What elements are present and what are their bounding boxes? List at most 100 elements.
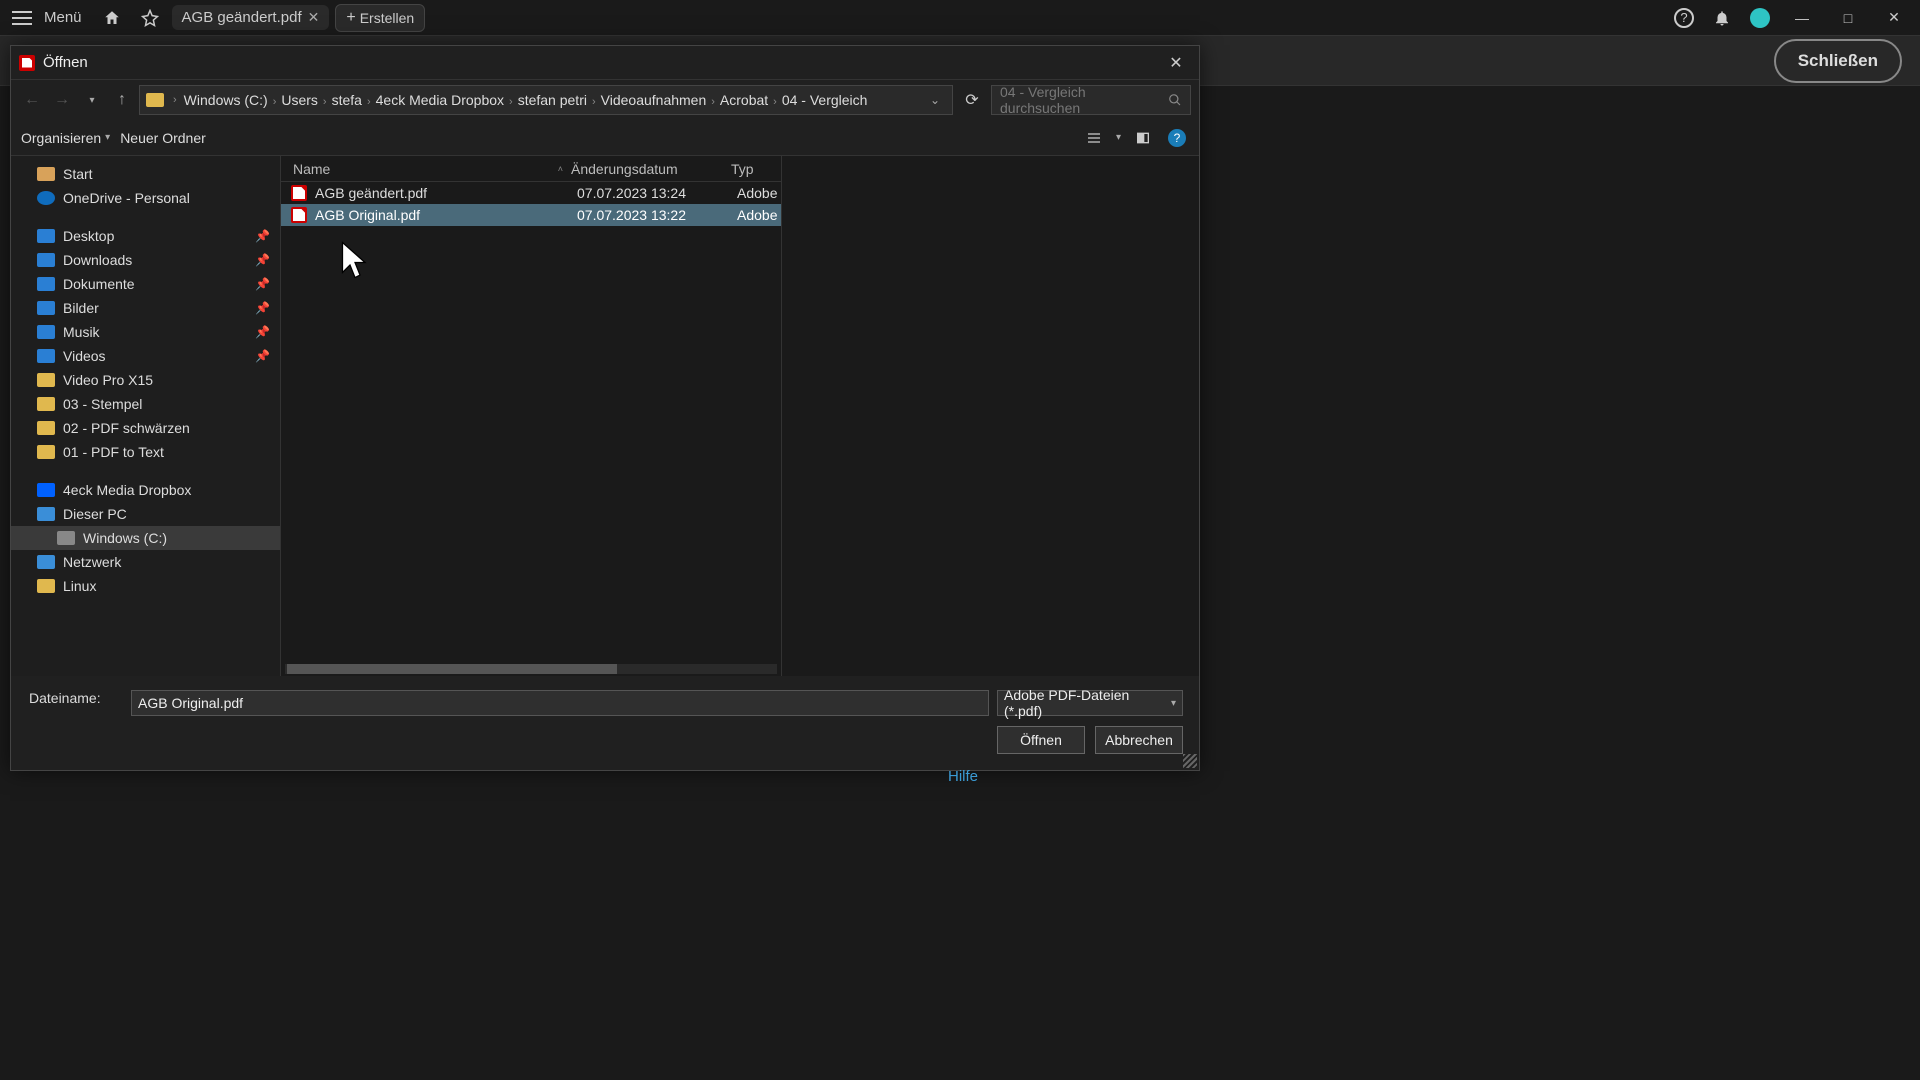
window-maximize[interactable]: □ — [1828, 2, 1868, 34]
window-minimize[interactable]: — — [1782, 2, 1822, 34]
sidebar-item-label: Dieser PC — [63, 506, 127, 522]
search-input[interactable]: 04 - Vergleich durchsuchen — [991, 85, 1191, 115]
dialog-titlebar: Öffnen ✕ — [11, 46, 1199, 80]
home-icon[interactable] — [96, 2, 128, 34]
sidebar-item-label: Dokumente — [63, 276, 135, 292]
tab-title: AGB geändert.pdf — [182, 9, 302, 26]
videos-icon — [37, 349, 55, 363]
breadcrumb-item[interactable]: 4eck Media Dropbox — [374, 92, 506, 108]
preview-pane-icon[interactable] — [1131, 126, 1155, 150]
col-type[interactable]: Typ — [731, 161, 781, 177]
window-close[interactable]: ✕ — [1874, 2, 1914, 34]
sidebar-item[interactable]: Desktop📌 — [11, 224, 280, 248]
dialog-title: Öffnen — [43, 54, 1161, 71]
sidebar-item-label: Bilder — [63, 300, 99, 316]
sidebar-item[interactable]: Dieser PC — [11, 502, 280, 526]
sidebar-item-label: 01 - PDF to Text — [63, 444, 164, 460]
breadcrumb-item[interactable]: Videoaufnahmen — [599, 92, 709, 108]
sidebar-item[interactable]: Netzwerk — [11, 550, 280, 574]
sidebar-item-label: OneDrive - Personal — [63, 190, 190, 206]
pin-icon: 📌 — [255, 301, 270, 315]
col-name[interactable]: Name — [293, 161, 330, 177]
address-bar[interactable]: › Windows (C:)›Users›stefa›4eck Media Dr… — [139, 85, 953, 115]
sidebar-item-label: 02 - PDF schwärzen — [63, 420, 190, 436]
breadcrumb-item[interactable]: Acrobat — [718, 92, 770, 108]
sidebar-item[interactable]: Dokumente 📌 — [11, 272, 280, 296]
close-button[interactable]: Schließen — [1774, 39, 1902, 83]
sidebar-item[interactable]: Windows (C:) — [11, 526, 280, 550]
notifications-icon[interactable] — [1706, 2, 1738, 34]
cancel-button[interactable]: Abbrechen — [1095, 726, 1183, 754]
nav-up-icon[interactable]: ↑ — [109, 87, 135, 113]
refresh-icon[interactable]: ⟳ — [957, 85, 987, 115]
sidebar-item[interactable]: 02 - PDF schwärzen — [11, 416, 280, 440]
file-row[interactable]: AGB geändert.pdf07.07.2023 13:24Adobe — [281, 182, 781, 204]
sidebar-item[interactable]: Downloads📌 — [11, 248, 280, 272]
menu-label[interactable]: Menü — [44, 9, 82, 26]
view-dropdown-icon[interactable]: ▾ — [1116, 132, 1121, 143]
filename-input[interactable] — [131, 690, 989, 716]
address-dropdown-icon[interactable]: ⌄ — [924, 93, 946, 107]
hamburger-menu[interactable] — [6, 2, 38, 34]
sidebar-item[interactable]: Bilder 📌 — [11, 296, 280, 320]
user-avatar[interactable] — [1744, 2, 1776, 34]
dialog-footer: Dateiname: Adobe PDF-Dateien (*.pdf) Öff… — [11, 676, 1199, 770]
sidebar-item-label: Desktop — [63, 228, 114, 244]
column-headers[interactable]: Name˄ Änderungsdatum Typ — [281, 156, 781, 182]
search-icon — [1168, 93, 1182, 107]
sidebar-item[interactable]: Linux — [11, 574, 280, 598]
sidebar-item[interactable]: Video Pro X15 — [11, 368, 280, 392]
nav-forward-icon[interactable]: → — [49, 87, 75, 113]
sidebar-item[interactable]: 4eck Media Dropbox — [11, 478, 280, 502]
docs-icon — [37, 277, 55, 291]
pin-icon: 📌 — [255, 277, 270, 291]
folder-icon — [37, 373, 55, 387]
sidebar-item-label: Start — [63, 166, 93, 182]
nav-recent-icon[interactable]: ▾ — [79, 87, 105, 113]
help-link[interactable]: Hilfe — [948, 768, 978, 785]
folder-icon — [37, 421, 55, 435]
breadcrumb-item[interactable]: Users — [279, 92, 320, 108]
file-row[interactable]: AGB Original.pdf07.07.2023 13:22Adobe — [281, 204, 781, 226]
horizontal-scrollbar[interactable] — [285, 664, 777, 674]
sidebar-item[interactable]: 01 - PDF to Text — [11, 440, 280, 464]
star-icon[interactable] — [134, 2, 166, 34]
search-placeholder: 04 - Vergleich durchsuchen — [1000, 84, 1168, 116]
open-button[interactable]: Öffnen — [997, 726, 1085, 754]
sidebar-item-label: Netzwerk — [63, 554, 121, 570]
resize-grip[interactable] — [1183, 754, 1197, 768]
filetype-select[interactable]: Adobe PDF-Dateien (*.pdf) — [997, 690, 1183, 716]
folder-icon — [37, 579, 55, 593]
new-folder-button[interactable]: Neuer Ordner — [120, 130, 206, 146]
document-tab[interactable]: AGB geändert.pdf ✕ — [172, 5, 330, 30]
nav-back-icon[interactable]: ← — [19, 87, 45, 113]
drive-icon — [57, 531, 75, 545]
sidebar: StartOneDrive - Personal Desktop📌Downloa… — [11, 156, 281, 676]
breadcrumb-item[interactable]: Windows (C:) — [182, 92, 270, 108]
sidebar-item-label: 03 - Stempel — [63, 396, 142, 412]
breadcrumb-item[interactable]: 04 - Vergleich — [780, 92, 870, 108]
sidebar-item[interactable]: 03 - Stempel — [11, 392, 280, 416]
view-mode-icon[interactable] — [1082, 126, 1106, 150]
chevron-right-icon: › — [320, 96, 330, 108]
sidebar-item[interactable]: Start — [11, 162, 280, 186]
chevron-right-icon: › — [589, 96, 599, 108]
sidebar-item[interactable]: Videos📌 — [11, 344, 280, 368]
breadcrumb-item[interactable]: stefa — [330, 92, 364, 108]
pdf-icon — [19, 55, 35, 71]
col-date[interactable]: Änderungsdatum — [571, 161, 731, 177]
sidebar-item[interactable]: OneDrive - Personal — [11, 186, 280, 210]
music-icon — [37, 325, 55, 339]
dialog-help-icon[interactable]: ? — [1165, 126, 1189, 150]
chevron-right-icon: › — [506, 96, 516, 108]
breadcrumb-item[interactable]: stefan petri — [516, 92, 589, 108]
dialog-close-icon[interactable]: ✕ — [1161, 48, 1191, 78]
sidebar-item[interactable]: Musik📌 — [11, 320, 280, 344]
tab-close-icon[interactable]: ✕ — [308, 9, 320, 26]
filename-label: Dateiname: — [29, 690, 101, 706]
organize-button[interactable]: Organisieren — [21, 130, 110, 146]
pics-icon — [37, 301, 55, 315]
home-icon — [37, 167, 55, 181]
help-icon[interactable]: ? — [1668, 2, 1700, 34]
create-button[interactable]: + Erstellen — [335, 4, 425, 32]
